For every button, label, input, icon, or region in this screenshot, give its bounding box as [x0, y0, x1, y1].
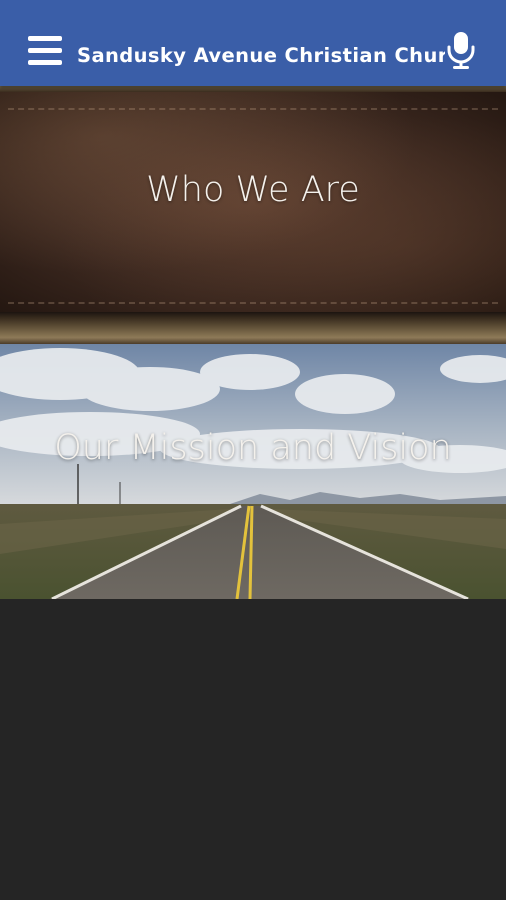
app-title: Sandusky Avenue Christian Church	[77, 44, 445, 67]
mission-vision-label: Our Mission and Vision	[54, 428, 452, 468]
content-empty-area	[0, 599, 506, 900]
menu-bar-line	[28, 60, 62, 65]
app-bar: Sandusky Avenue Christian Church	[0, 0, 506, 86]
who-we-are-tile[interactable]: Who We Are	[0, 86, 506, 344]
menu-bar-line	[28, 36, 62, 41]
road-sky-image	[0, 344, 506, 599]
mission-vision-tile[interactable]: Our Mission and Vision	[0, 344, 506, 599]
hamburger-menu-icon[interactable]	[28, 36, 62, 66]
leather-bottom-edge	[0, 312, 506, 344]
leather-stitching	[8, 302, 498, 304]
who-we-are-label: Who We Are	[146, 170, 360, 210]
menu-bar-line	[28, 48, 62, 53]
leather-stitching	[8, 108, 498, 110]
app-screen: Sandusky Avenue Christian Church Who We …	[0, 0, 506, 900]
microphone-icon[interactable]	[446, 30, 476, 70]
